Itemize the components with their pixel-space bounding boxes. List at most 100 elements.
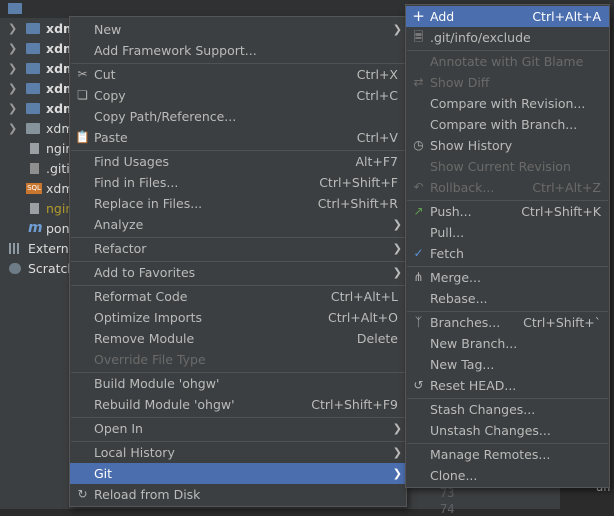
menu-item-open-in[interactable]: Open In ❯ (70, 418, 406, 439)
git-item-show-diff: ⇄ Show Diff (406, 72, 609, 93)
menu-item-add-to-favorites[interactable]: Add to Favorites ❯ (70, 262, 406, 283)
submenu-arrow-icon: ❯ (392, 266, 402, 279)
menu-item-add-framework-support[interactable]: Add Framework Support... (70, 40, 406, 61)
branch-icon: ᛉ (414, 315, 423, 329)
submenu-arrow-icon: ❯ (392, 467, 402, 480)
tree-item-label: ngir (46, 201, 71, 216)
menu-item-label: Optimize Imports (94, 310, 203, 325)
push-arrow-icon: ↗ (413, 204, 424, 218)
submenu-arrow-icon: ❯ (392, 446, 402, 459)
menu-item-shortcut: Alt+F7 (355, 154, 398, 169)
clock-icon: ◷ (413, 138, 424, 152)
expand-arrow-icon[interactable]: ❯ (8, 119, 17, 139)
git-item-reset-head[interactable]: ↺ Reset HEAD... (406, 375, 609, 396)
menu-item-shortcut: Ctrl+Shift+` (523, 315, 601, 330)
menu-item-git[interactable]: Git ❯ (70, 463, 406, 484)
menu-item-new[interactable]: New ❯ (70, 19, 406, 40)
menu-item-rebuild-module[interactable]: Rebuild Module 'ohgw' Ctrl+Shift+F9 (70, 394, 406, 415)
menu-item-copy-path[interactable]: Copy Path/Reference... (70, 106, 406, 127)
menu-item-label: Rebuild Module 'ohgw' (94, 397, 235, 412)
menu-item-cut[interactable]: ✂ Cut Ctrl+X (70, 64, 406, 85)
git-item-new-tag[interactable]: New Tag... (406, 354, 609, 375)
diff-icon: ⇄ (413, 75, 424, 89)
tree-item-label: ngir (46, 141, 71, 156)
git-item-add[interactable]: + Add Ctrl+Alt+A (406, 6, 609, 27)
git-item-compare-branch[interactable]: Compare with Branch... (406, 114, 609, 135)
menu-item-copy[interactable]: ❏ Copy Ctrl+C (70, 85, 406, 106)
git-item-branches[interactable]: ᛉ Branches... Ctrl+Shift+` (406, 312, 609, 333)
menu-item-override-file-type: Override File Type (70, 349, 406, 370)
menu-item-label: Add to Favorites (94, 265, 196, 280)
menu-item-label: Show Current Revision (430, 159, 571, 174)
menu-item-paste[interactable]: 📋 Paste Ctrl+V (70, 127, 406, 148)
menu-item-shortcut: Ctrl+X (356, 67, 398, 82)
git-item-exclude[interactable]: 🗏 .git/info/exclude (406, 27, 609, 48)
git-item-stash[interactable]: Stash Changes... (406, 399, 609, 420)
git-item-show-current-revision: Show Current Revision (406, 156, 609, 177)
line-number: 74 (440, 502, 455, 516)
expand-arrow-icon[interactable]: ❯ (8, 39, 17, 59)
menu-item-build-module[interactable]: Build Module 'ohgw' (70, 373, 406, 394)
fetch-check-icon: ✓ (413, 246, 424, 260)
menu-item-find-in-files[interactable]: Find in Files... Ctrl+Shift+F (70, 172, 406, 193)
git-item-rebase[interactable]: Rebase... (406, 288, 609, 309)
submenu-arrow-icon: ❯ (392, 422, 402, 435)
paste-icon: 📋 (75, 130, 90, 144)
menu-item-label: Annotate with Git Blame (430, 54, 584, 69)
git-item-clone[interactable]: Clone... (406, 465, 609, 486)
git-item-show-history[interactable]: ◷ Show History (406, 135, 609, 156)
expand-arrow-icon[interactable]: ❯ (8, 19, 17, 39)
menu-item-label: New (94, 22, 122, 37)
menu-item-remove-module[interactable]: Remove Module Delete (70, 328, 406, 349)
menu-item-find-usages[interactable]: Find Usages Alt+F7 (70, 151, 406, 172)
menu-item-label: Git (94, 466, 113, 481)
expand-arrow-icon[interactable]: ❯ (8, 59, 17, 79)
git-item-merge[interactable]: ⋔ Merge... (406, 267, 609, 288)
reset-icon: ↺ (413, 378, 424, 392)
git-item-push[interactable]: ↗ Push... Ctrl+Shift+K (406, 201, 609, 222)
menu-item-reload-from-disk[interactable]: ↻ Reload from Disk (70, 484, 406, 505)
menu-item-local-history[interactable]: Local History ❯ (70, 442, 406, 463)
menu-item-analyze[interactable]: Analyze ❯ (70, 214, 406, 235)
module-folder-icon (26, 83, 40, 94)
menu-item-label: New Tag... (430, 357, 495, 372)
menu-item-label: Find Usages (94, 154, 170, 169)
git-item-new-branch[interactable]: New Branch... (406, 333, 609, 354)
module-folder-icon (26, 103, 40, 114)
menu-item-shortcut: Ctrl+Alt+A (532, 9, 601, 24)
menu-item-shortcut: Ctrl+Shift+K (521, 204, 601, 219)
menu-item-shortcut: Ctrl+Shift+F9 (311, 397, 398, 412)
git-item-manage-remotes[interactable]: Manage Remotes... (406, 444, 609, 465)
file-icon (30, 143, 39, 154)
menu-item-label: Unstash Changes... (430, 423, 551, 438)
git-item-fetch[interactable]: ✓ Fetch (406, 243, 609, 264)
project-context-menu: New ❯ Add Framework Support... ✂ Cut Ctrl+X… (69, 16, 407, 507)
git-item-pull[interactable]: Pull... (406, 222, 609, 243)
git-submenu: + Add Ctrl+Alt+A 🗏 .git/info/exclude Annota… (405, 4, 610, 488)
menu-item-optimize-imports[interactable]: Optimize Imports Ctrl+Alt+O (70, 307, 406, 328)
menu-item-label: .git/info/exclude (430, 30, 531, 45)
menu-item-shortcut: Ctrl+C (356, 88, 398, 103)
submenu-arrow-icon: ❯ (392, 242, 402, 255)
git-item-unstash[interactable]: Unstash Changes... (406, 420, 609, 441)
file-icon (30, 203, 39, 214)
menu-item-label: Replace in Files... (94, 196, 203, 211)
plus-icon: + (412, 7, 425, 25)
menu-item-shortcut: Ctrl+Alt+Z (532, 180, 601, 195)
submenu-arrow-icon: ❯ (392, 218, 402, 231)
menu-item-shortcut: Ctrl+Alt+O (328, 310, 398, 325)
sql-file-icon: SQL (26, 183, 42, 194)
git-item-compare-revision[interactable]: Compare with Revision... (406, 93, 609, 114)
menu-item-refactor[interactable]: Refactor ❯ (70, 238, 406, 259)
expand-arrow-icon[interactable]: ❯ (8, 99, 17, 119)
menu-item-label: Add (430, 9, 455, 24)
menu-item-shortcut: Ctrl+Shift+F (319, 175, 398, 190)
menu-item-label: Find in Files... (94, 175, 179, 190)
module-folder-icon (26, 43, 40, 54)
menu-item-replace-in-files[interactable]: Replace in Files... Ctrl+Shift+R (70, 193, 406, 214)
menu-item-reformat-code[interactable]: Reformat Code Ctrl+Alt+L (70, 286, 406, 307)
menu-item-shortcut: Ctrl+Alt+L (330, 289, 398, 304)
expand-arrow-icon[interactable]: ❯ (8, 79, 17, 99)
menu-item-label: Manage Remotes... (430, 447, 551, 462)
menu-item-label: Branches... (430, 315, 501, 330)
